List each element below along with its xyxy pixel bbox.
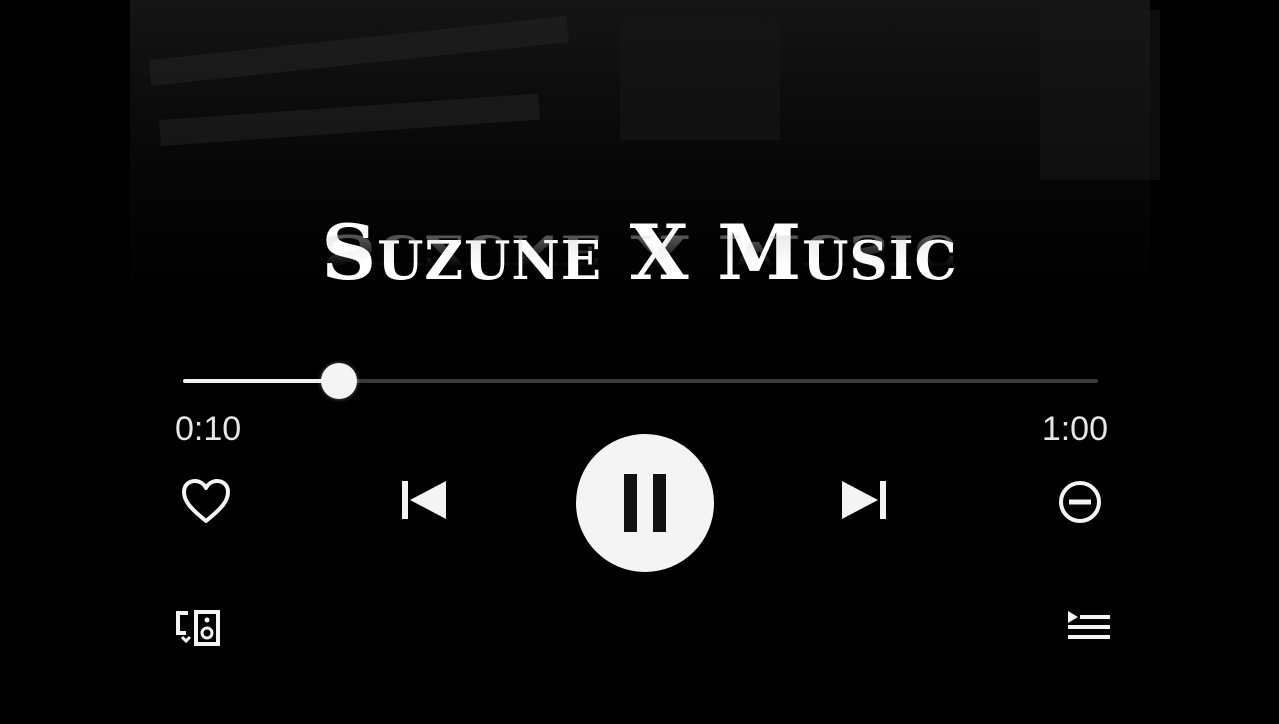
track-title-reflection: Suzune X Music (0, 221, 1279, 291)
pause-button[interactable] (576, 434, 714, 572)
skip-next-icon[interactable] (838, 475, 890, 525)
heart-icon[interactable] (180, 477, 232, 527)
background-window (620, 20, 780, 140)
progress-bar-fill (183, 379, 339, 383)
skip-previous-icon[interactable] (398, 475, 450, 525)
pause-icon (624, 474, 666, 532)
devices-speaker-icon[interactable] (172, 607, 224, 647)
music-player: Suzune X Music Suzune X Music 0:10 1:00 (0, 0, 1279, 724)
track-title-reflection-text: Suzune X Music (321, 221, 958, 291)
progress-scrubber-handle[interactable] (320, 363, 357, 399)
background-window (1040, 10, 1160, 180)
elapsed-time: 0:10 (175, 410, 242, 448)
minus-circle-icon[interactable] (1054, 477, 1106, 527)
total-duration: 1:00 (1041, 410, 1108, 448)
queue-list-icon[interactable] (1064, 607, 1116, 647)
progress-bar[interactable] (183, 363, 1098, 399)
